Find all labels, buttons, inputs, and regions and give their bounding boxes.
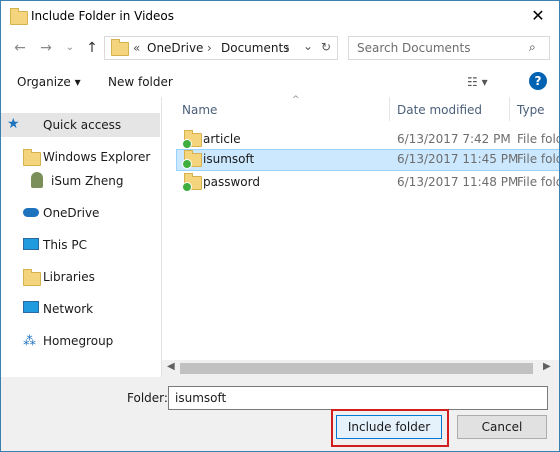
help-button[interactable]: ?	[529, 72, 547, 90]
folder-label: Folder:	[127, 391, 168, 405]
sidebar-item-windows-explorer[interactable]: Windows Explorer	[1, 145, 160, 169]
homegroup-icon: ⁂	[23, 334, 36, 349]
dialog-window: Include Folder in Videos ✕ ← → ⌄ ↑ « One…	[0, 0, 560, 452]
column-headers: ^ Name Date modified Type	[162, 95, 559, 123]
file-row-article[interactable]: article 6/13/2017 7:42 PM File fold	[176, 129, 559, 149]
title-bar: Include Folder in Videos ✕	[1, 1, 559, 31]
sidebar-item-label: OneDrive	[43, 206, 100, 220]
include-folder-button[interactable]: Include folder	[336, 415, 442, 439]
file-name: password	[203, 175, 260, 189]
chevron-down-icon[interactable]: ⌄	[303, 39, 313, 53]
sidebar-item-label: Network	[43, 302, 94, 316]
file-type: File fold	[517, 132, 560, 146]
back-button[interactable]: ←	[11, 39, 29, 57]
scrollbar-thumb[interactable]	[180, 363, 533, 374]
sidebar-item-libraries[interactable]: Libraries	[1, 265, 160, 289]
sidebar-item-this-pc[interactable]: This PC	[1, 233, 160, 257]
file-type: File fold	[517, 175, 560, 189]
cancel-button[interactable]: Cancel	[457, 415, 547, 439]
window-title: Include Folder in Videos	[31, 9, 175, 23]
view-options-button[interactable]: ☷ ▾	[467, 75, 488, 89]
close-button[interactable]: ✕	[523, 4, 553, 28]
file-name: article	[203, 132, 241, 146]
folder-icon	[111, 39, 129, 56]
breadcrumb-documents[interactable]: Documents	[221, 41, 289, 55]
scroll-left-arrow-icon[interactable]: ◀	[167, 361, 175, 372]
search-placeholder: Search Documents	[357, 41, 471, 55]
sidebar-item-label: Homegroup	[43, 334, 114, 348]
sidebar-item-label: iSum Zheng	[51, 174, 124, 188]
search-icon: ⌕	[529, 40, 536, 54]
refresh-button[interactable]: ↻	[321, 40, 331, 54]
library-icon	[23, 269, 41, 286]
sidebar-item-isum-zheng[interactable]: iSum Zheng	[1, 169, 160, 193]
cloud-icon	[23, 208, 39, 217]
sidebar-item-quick-access[interactable]: ★ Quick access	[1, 113, 160, 137]
file-row-password[interactable]: password 6/13/2017 11:48 PM File fold	[176, 172, 559, 192]
sidebar-item-network[interactable]: Network	[1, 297, 160, 321]
sidebar-item-label: Quick access	[43, 118, 122, 132]
folder-field[interactable]: isumsoft	[168, 386, 548, 410]
recent-locations-button[interactable]: ⌄	[61, 39, 79, 57]
sync-check-icon	[182, 159, 192, 169]
column-type[interactable]: Type	[517, 103, 545, 117]
breadcrumb-separator[interactable]: ›	[285, 41, 290, 55]
star-icon: ★	[7, 116, 20, 132]
file-date: 6/13/2017 7:42 PM	[397, 132, 511, 146]
column-name[interactable]: Name	[182, 103, 217, 117]
breadcrumb-separator[interactable]: ›	[207, 41, 212, 55]
sidebar-item-label: Libraries	[43, 270, 95, 284]
sync-check-icon	[182, 139, 192, 149]
address-bar[interactable]: « OneDrive › Documents › ⌄ ↻	[104, 36, 338, 60]
folder-field-value: isumsoft	[175, 391, 227, 405]
breadcrumb-overflow[interactable]: «	[133, 41, 140, 55]
file-list: ^ Name Date modified Type article 6/13/2…	[162, 95, 560, 377]
sidebar-item-onedrive[interactable]: OneDrive	[1, 201, 160, 225]
organize-button[interactable]: Organize ▾	[17, 75, 81, 89]
file-date: 6/13/2017 11:48 PM	[397, 175, 519, 189]
scroll-right-arrow-icon[interactable]: ▶	[543, 361, 551, 372]
column-divider[interactable]	[509, 97, 510, 121]
folder-icon	[23, 149, 41, 166]
sidebar-item-homegroup[interactable]: ⁂ Homegroup	[1, 329, 160, 353]
column-date-modified[interactable]: Date modified	[397, 103, 482, 117]
search-input[interactable]: Search Documents ⌕	[348, 36, 550, 60]
file-type: File fold	[517, 152, 560, 166]
up-button[interactable]: ↑	[83, 39, 101, 57]
command-toolbar: Organize ▾ New folder ☷ ▾ ?	[1, 65, 559, 98]
sync-check-icon	[182, 182, 192, 192]
bottom-panel: Folder: isumsoft Include folder Cancel	[1, 377, 559, 451]
sidebar-item-label: This PC	[43, 238, 87, 252]
sort-ascending-icon: ^	[292, 95, 300, 105]
column-divider[interactable]	[389, 97, 390, 121]
folder-icon	[10, 8, 28, 25]
computer-icon	[23, 238, 39, 250]
user-icon	[31, 172, 43, 188]
forward-button[interactable]: →	[37, 39, 55, 57]
navigation-bar: ← → ⌄ ↑ « OneDrive › Documents › ⌄ ↻ Sea…	[1, 31, 559, 65]
file-row-isumsoft[interactable]: isumsoft 6/13/2017 11:45 PM File fold	[176, 149, 560, 171]
breadcrumb-onedrive[interactable]: OneDrive	[147, 41, 203, 55]
new-folder-button[interactable]: New folder	[108, 75, 173, 89]
navigation-pane: ★ Quick access Windows Explorer iSum Zhe…	[1, 97, 162, 377]
sidebar-item-label: Windows Explorer	[43, 150, 151, 164]
file-date: 6/13/2017 11:45 PM	[397, 152, 519, 166]
file-name: isumsoft	[203, 152, 255, 166]
content-area: ★ Quick access Windows Explorer iSum Zhe…	[1, 95, 560, 377]
horizontal-scrollbar[interactable]: ◀ ▶	[162, 360, 559, 377]
network-icon	[23, 301, 39, 313]
